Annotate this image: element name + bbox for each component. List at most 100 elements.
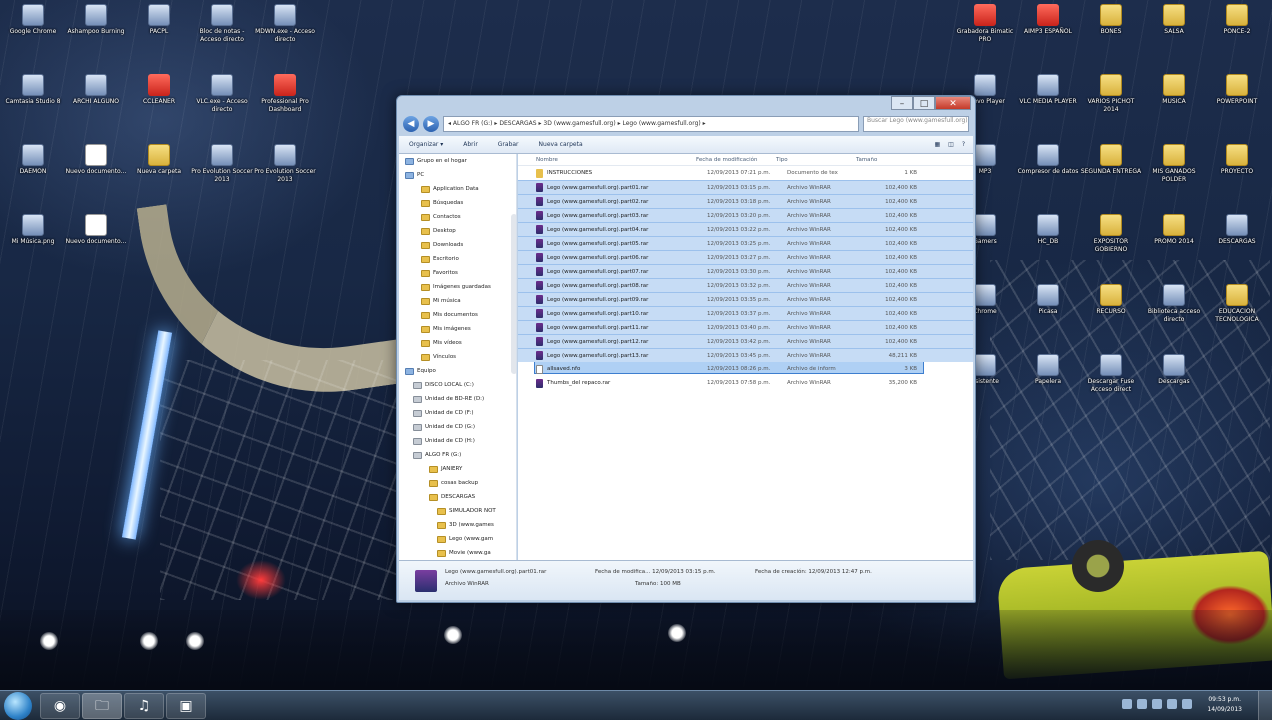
desktop-icon[interactable]: SALSA	[1143, 4, 1205, 36]
nav-item[interactable]: Vínculos	[399, 350, 516, 364]
nav-item[interactable]: Mi música	[399, 294, 516, 308]
taskbar-explorer[interactable]: 🗀	[82, 693, 122, 719]
desktop-icon[interactable]: Google Chrome	[2, 4, 64, 36]
desktop-icon[interactable]: Nuevo documento...	[65, 214, 127, 246]
desktop-icon[interactable]: CCLEANER	[128, 74, 190, 106]
desktop-icon[interactable]: Camtasia Studio 8	[2, 74, 64, 106]
nav-item[interactable]: Favoritos	[399, 266, 516, 280]
desktop-icon[interactable]: Mi Música.png	[2, 214, 64, 246]
nav-item[interactable]: Movie (www.ga	[399, 546, 516, 560]
nav-item[interactable]: Lego (www.gam	[399, 532, 516, 546]
nav-scrollbar[interactable]	[511, 214, 516, 374]
desktop-icon[interactable]: MIS GANADOS POLDER	[1143, 144, 1205, 184]
nav-item[interactable]: Imágenes guardadas	[399, 280, 516, 294]
nav-item[interactable]: Búsquedas	[399, 196, 516, 210]
nav-item[interactable]: JANIERY	[399, 462, 516, 476]
desktop-icon[interactable]: ARCHI ALGUNO	[65, 74, 127, 106]
file-row[interactable]: Lego (www.gamesfull.org).part12.rar 12/09…	[518, 334, 973, 348]
forward-arrow-icon[interactable]: ▶	[423, 116, 439, 132]
desktop-icon[interactable]: PROYECTO	[1206, 144, 1268, 176]
desktop-icon[interactable]: Nuevo documento...	[65, 144, 127, 176]
clock[interactable]: 09:53 p.m. 14/09/2013	[1207, 695, 1242, 715]
desktop-icon[interactable]: EDUCACION TECNOLOGICA	[1206, 284, 1268, 324]
nav-item[interactable]: Mis vídeos	[399, 336, 516, 350]
file-row[interactable]: Lego (www.gamesfull.org).part02.rar 12/09…	[518, 194, 973, 208]
desktop-icon[interactable]: Pro Evolution Soccer 2013	[191, 144, 253, 184]
file-row[interactable]: Lego (www.gamesfull.org).part06.rar 12/09…	[518, 250, 973, 264]
nav-item[interactable]: Unidad de BD-RE (D:)	[399, 392, 516, 406]
organize-button[interactable]: Organizar ▾	[409, 141, 443, 148]
file-row[interactable]: Lego (www.gamesfull.org).part05.rar 12/09…	[518, 236, 973, 250]
taskbar-media[interactable]: ♫	[124, 693, 164, 719]
column-type[interactable]: Tipo	[776, 154, 856, 165]
desktop-icon[interactable]: HC_DB	[1017, 214, 1079, 246]
address-bar[interactable]: ◂ ALGO FR (G:) ▸ DESCARGAS ▸ 3D (www.gam…	[443, 116, 859, 132]
desktop-icon[interactable]: PONCE-2	[1206, 4, 1268, 36]
file-row[interactable]: Lego (www.gamesfull.org).part10.rar 12/09…	[518, 306, 973, 320]
nav-item[interactable]: Mis documentos	[399, 308, 516, 322]
file-row[interactable]: allsaved.nfo 12/09/2013 08:26 p.m. Archivo…	[518, 362, 973, 376]
close-button[interactable]: ✕	[935, 96, 971, 110]
desktop-icon[interactable]: Compresor de datos	[1017, 144, 1079, 176]
desktop-icon[interactable]: MDWN.exe - Acceso directo	[254, 4, 316, 44]
desktop-icon[interactable]: Descargar Fuse Acceso direct	[1080, 354, 1142, 394]
desktop-icon[interactable]: DAEMON	[2, 144, 64, 176]
desktop-icon[interactable]: Biblioteca acceso directo	[1143, 284, 1205, 324]
file-row[interactable]: Lego (www.gamesfull.org).part09.rar 12/09…	[518, 292, 973, 306]
nav-item[interactable]: Mis imágenes	[399, 322, 516, 336]
preview-pane-icon[interactable]: ◫	[948, 141, 954, 148]
desktop-icon[interactable]: SEGUNDA ENTREGA	[1080, 144, 1142, 176]
desktop-icon[interactable]: PACPL	[128, 4, 190, 36]
desktop-icon[interactable]: PROMO 2014	[1143, 214, 1205, 246]
tray-icon[interactable]	[1137, 699, 1147, 709]
maximize-button[interactable]: □	[913, 96, 935, 110]
desktop-icon[interactable]: VLC MEDIA PLAYER	[1017, 74, 1079, 106]
nav-item[interactable]: Downloads	[399, 238, 516, 252]
file-row[interactable]: Lego (www.gamesfull.org).part03.rar 12/09…	[518, 208, 973, 222]
desktop-icon[interactable]: RECURSO	[1080, 284, 1142, 316]
tray-icon[interactable]	[1122, 699, 1132, 709]
help-icon[interactable]: ?	[962, 141, 965, 148]
desktop-icon[interactable]: AIMP3 ESPAÑOL	[1017, 4, 1079, 36]
file-row[interactable]: Lego (www.gamesfull.org).part13.rar 12/09…	[518, 348, 973, 362]
desktop-icon[interactable]: Ashampoo Burning	[65, 4, 127, 36]
search-input[interactable]: Buscar Lego (www.gamesfull.org)	[863, 116, 969, 132]
nav-item[interactable]: DESCARGAS	[399, 490, 516, 504]
column-name[interactable]: Nombre	[518, 154, 696, 165]
desktop-icon[interactable]: MUSICA	[1143, 74, 1205, 106]
nav-item[interactable]: 3D (www.games	[399, 518, 516, 532]
file-row[interactable]: Lego (www.gamesfull.org).part07.rar 12/09…	[518, 264, 973, 278]
desktop-icon[interactable]: DESCARGAS	[1206, 214, 1268, 246]
nav-item[interactable]: ALGO FR (G:)	[399, 448, 516, 462]
network-icon[interactable]	[1167, 699, 1177, 709]
minimize-button[interactable]: –	[891, 96, 913, 110]
back-arrow-icon[interactable]: ◀	[403, 116, 419, 132]
nav-item[interactable]: Unidad de CD (F:)	[399, 406, 516, 420]
nav-item[interactable]: DISCO LOCAL (C:)	[399, 378, 516, 392]
desktop-icon[interactable]: VARIOS PICHOT 2014	[1080, 74, 1142, 114]
column-date[interactable]: Fecha de modificación	[696, 154, 776, 165]
nav-item[interactable]: PC	[399, 168, 516, 182]
desktop-icon[interactable]: EXPOSITOR GOBIERNO	[1080, 214, 1142, 254]
file-row[interactable]: Thumbs_del repaco.rar 12/09/2013 07:58 p.…	[518, 376, 973, 390]
new-folder-button[interactable]: Nueva carpeta	[539, 141, 583, 148]
nav-item[interactable]: Desktop	[399, 224, 516, 238]
desktop-icon[interactable]: Grabadora Bimatic PRO	[954, 4, 1016, 44]
file-row[interactable]: INSTRUCCIONES 12/09/2013 07:21 p.m. Docume…	[518, 166, 973, 180]
tray-icon[interactable]	[1152, 699, 1162, 709]
nav-item[interactable]: Unidad de CD (G:)	[399, 420, 516, 434]
desktop-icon[interactable]: Picasa	[1017, 284, 1079, 316]
start-button[interactable]	[4, 692, 32, 720]
column-size[interactable]: Tamaño	[856, 154, 906, 165]
explorer-window[interactable]: – □ ✕ ◀ ▶ ◂ ALGO FR (G:) ▸ DESCARGAS ▸ 3…	[396, 95, 976, 603]
desktop-icon[interactable]: Bloc de notas - Acceso directo	[191, 4, 253, 44]
nav-item[interactable]: Grupo en el hogar	[399, 154, 516, 168]
desktop-icon[interactable]: Papelera	[1017, 354, 1079, 386]
desktop-icon[interactable]: Professional Pro Dashboard	[254, 74, 316, 114]
desktop-icon[interactable]: Nueva carpeta	[128, 144, 190, 176]
file-row[interactable]: Lego (www.gamesfull.org).part11.rar 12/09…	[518, 320, 973, 334]
volume-icon[interactable]	[1182, 699, 1192, 709]
show-desktop-button[interactable]	[1258, 691, 1272, 720]
nav-item[interactable]: cosas backup	[399, 476, 516, 490]
view-options-icon[interactable]: ▦	[934, 141, 940, 148]
